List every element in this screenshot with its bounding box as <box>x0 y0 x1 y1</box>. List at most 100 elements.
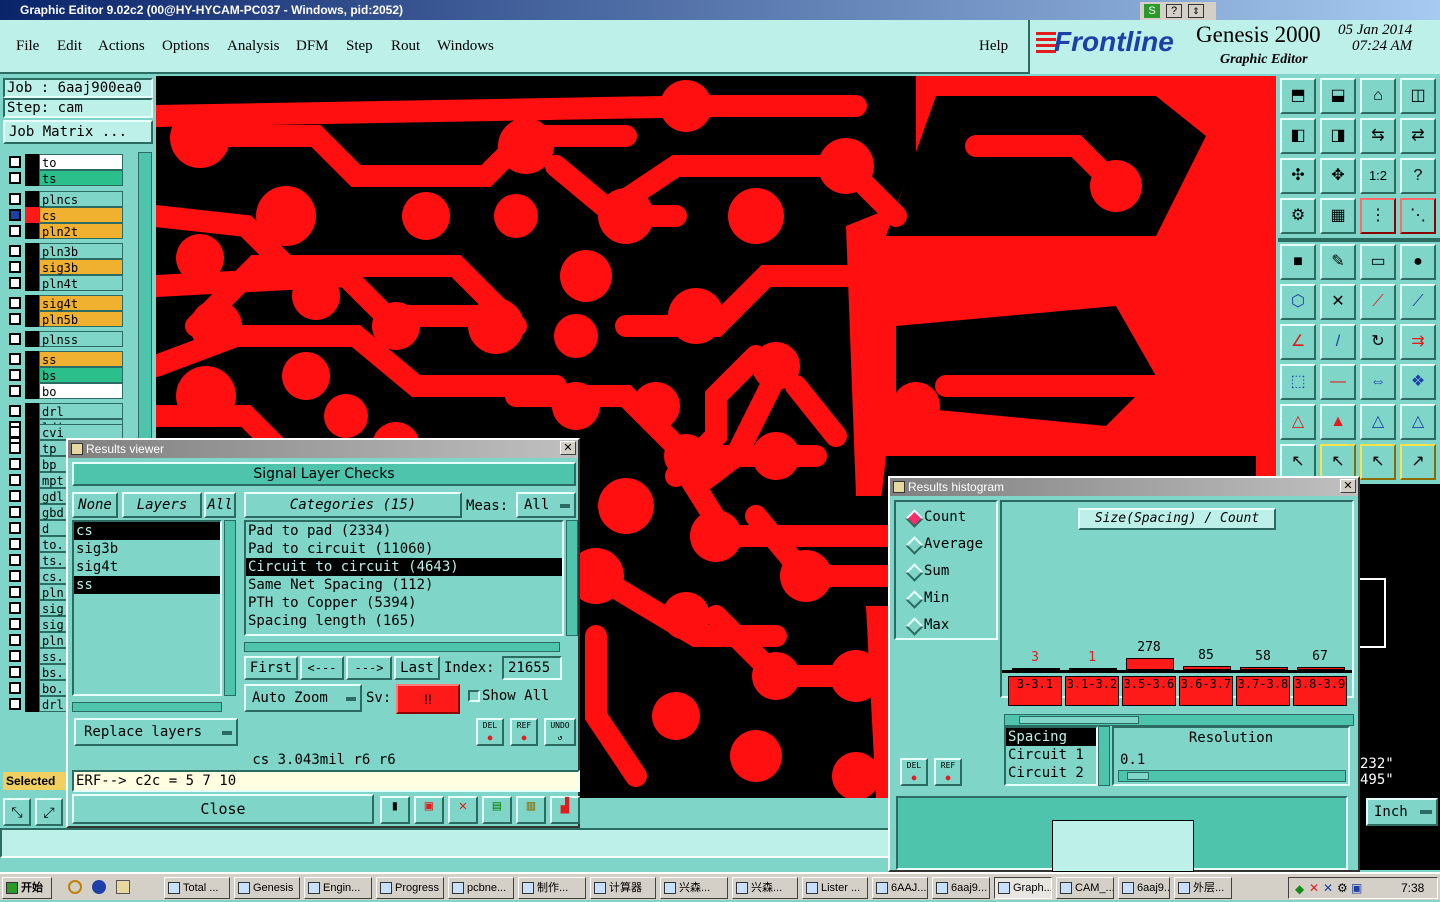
layer-row[interactable]: bo <box>7 383 125 399</box>
layer-name[interactable]: plnss <box>39 331 123 347</box>
ruler-icon[interactable]: ▭ <box>1360 244 1396 280</box>
swap-icon[interactable]: ⇄ <box>1400 118 1436 154</box>
layer-checkbox[interactable] <box>9 522 21 534</box>
edit-shape-icon[interactable]: ✎ <box>1320 244 1356 280</box>
layer-checkbox[interactable] <box>9 261 21 273</box>
pointer-nodes-icon[interactable]: ↗ <box>1400 444 1436 480</box>
triangle-3-icon[interactable]: △ <box>1360 404 1396 440</box>
prev-button[interactable]: <--- <box>300 656 344 680</box>
layer-checkbox[interactable] <box>9 682 21 694</box>
layer-name[interactable]: sig3b <box>39 259 123 275</box>
ref-button[interactable]: REF ● <box>510 718 538 746</box>
layer-checkbox[interactable] <box>9 156 21 168</box>
line-node-icon[interactable]: ⟋ <box>1400 284 1436 320</box>
taskbar-item[interactable]: 制作... <box>518 877 586 899</box>
layer-name[interactable]: pln3b <box>39 243 123 259</box>
hist-del-button[interactable]: DEL ● <box>900 758 928 786</box>
tray-settings-icon[interactable]: ⚙ <box>1337 881 1348 895</box>
layer-name[interactable]: ts <box>39 170 123 186</box>
layer-row[interactable]: plncs <box>7 191 125 207</box>
mirror-icon[interactable]: ⇆ <box>1360 118 1396 154</box>
histogram-icon[interactable]: ▟ <box>550 796 580 824</box>
node-select-icon[interactable]: ⬚ <box>1280 364 1316 400</box>
layer-row[interactable]: plnss <box>7 331 125 347</box>
list-item[interactable]: PTH to Copper (5394) <box>246 594 562 612</box>
last-button[interactable]: Last <box>394 656 440 680</box>
mode-max-radio[interactable]: Max <box>904 614 994 636</box>
index-input[interactable]: 21655 <box>502 656 562 680</box>
taskbar-item[interactable]: Engin... <box>304 877 372 899</box>
measure-icon[interactable]: ⇔ <box>1360 364 1396 400</box>
layer-list-scrollbar[interactable] <box>224 520 236 696</box>
bin-label[interactable]: 3.1-3.2 <box>1065 676 1119 706</box>
taskbar-item[interactable]: 6aaj9... <box>1118 877 1170 899</box>
pointer-move-icon[interactable]: ↖ <box>1360 444 1396 480</box>
ie-icon[interactable] <box>92 880 106 894</box>
snap-icon[interactable]: ⋮ <box>1360 198 1396 234</box>
list-item[interactable]: Circuit to circuit (4643) <box>246 558 562 576</box>
list-icon[interactable]: ▥ <box>516 796 546 824</box>
layer-name[interactable]: pln2t <box>39 223 123 239</box>
layer-checkbox[interactable] <box>9 193 21 205</box>
categories-list[interactable]: Pad to pad (2334) Pad to circuit (11060)… <box>244 520 564 636</box>
show-all-checkbox[interactable] <box>468 690 480 702</box>
auto-zoom-select[interactable]: Auto Zoom <box>244 684 362 712</box>
taskbar-item[interactable]: 外层... <box>1174 877 1232 899</box>
tray-cross-icon[interactable]: ✕ <box>1323 881 1333 895</box>
minus-line-icon[interactable]: — <box>1320 364 1356 400</box>
del-button[interactable]: DEL ● <box>476 718 504 746</box>
layer-name[interactable]: plncs <box>39 191 123 207</box>
mode-sum-radio[interactable]: Sum <box>904 560 994 582</box>
pan-right-icon[interactable]: ◨ <box>1320 118 1356 154</box>
severity-select[interactable]: !! <box>396 684 460 714</box>
clock-icon[interactable] <box>68 880 82 894</box>
zoom-one-to-two-icon[interactable]: 1:2 <box>1360 158 1396 194</box>
bin-label[interactable]: 3.6-3.7 <box>1179 676 1233 706</box>
categories-scrollbar[interactable] <box>566 520 578 636</box>
taskbar-item[interactable]: 6aaj9... <box>932 877 990 899</box>
menu-windows[interactable]: Windows <box>437 38 494 55</box>
list-item[interactable]: cs <box>74 522 220 540</box>
snap-center-icon[interactable]: ⋱ <box>1400 198 1436 234</box>
close-button[interactable]: Close <box>72 794 374 824</box>
hist-ref-button[interactable]: REF ● <box>934 758 962 786</box>
layer-checkbox[interactable] <box>9 474 21 486</box>
layer-checkbox[interactable] <box>9 506 21 518</box>
layer-name[interactable]: sig4t <box>39 295 123 311</box>
cross-icon[interactable]: ✕ <box>1320 284 1356 320</box>
layer-checkbox[interactable] <box>9 666 21 678</box>
list-item[interactable]: Circuit 2 <box>1006 764 1096 782</box>
fill-icon[interactable]: ⇉ <box>1400 324 1436 360</box>
pointer-icon[interactable]: ↖ <box>1280 444 1316 480</box>
layer-row[interactable]: pln5b <box>7 311 125 327</box>
layer-checkbox[interactable] <box>9 570 21 582</box>
menu-analysis[interactable]: Analysis <box>227 38 280 55</box>
camera-icon[interactable]: ■ <box>1280 244 1316 280</box>
pad-icon[interactable]: ● <box>1400 244 1436 280</box>
taskbar-item[interactable]: Genesis <box>234 877 300 899</box>
layer-checkbox[interactable] <box>9 442 21 454</box>
query-icon[interactable]: ? <box>1400 158 1436 194</box>
layer-row[interactable]: to <box>7 154 125 170</box>
screen-bottom-icon[interactable]: ⬓ <box>1320 78 1356 114</box>
taskbar-item[interactable]: Graph... <box>994 877 1052 899</box>
layer-name[interactable]: cs <box>39 207 123 223</box>
mode-min-radio[interactable]: Min <box>904 587 994 609</box>
folder-icon[interactable] <box>116 880 130 894</box>
command-line[interactable] <box>0 828 890 858</box>
delete-all-icon[interactable]: ✕ <box>448 796 478 824</box>
zoom-fit-icon[interactable]: ⤡ <box>3 798 31 826</box>
layer-checkbox[interactable] <box>9 602 21 614</box>
grid-icon[interactable]: ▦ <box>1320 198 1356 234</box>
layer-checkbox[interactable] <box>9 698 21 710</box>
layer-checkbox[interactable] <box>9 618 21 630</box>
taskbar-item[interactable]: 6AAJ... <box>872 877 928 899</box>
zoom-out-icon[interactable]: ✥ <box>1320 158 1356 194</box>
layer-row[interactable]: bs <box>7 367 125 383</box>
list-item[interactable]: ss <box>74 576 220 594</box>
home-icon[interactable]: ⌂ <box>1360 78 1396 114</box>
zoom-in-icon[interactable]: ✣ <box>1280 158 1316 194</box>
help-icon[interactable]: ? <box>1166 4 1182 18</box>
settings-icon[interactable]: ⚙ <box>1280 198 1316 234</box>
scroll-icon[interactable]: ⇕ <box>1188 4 1204 18</box>
